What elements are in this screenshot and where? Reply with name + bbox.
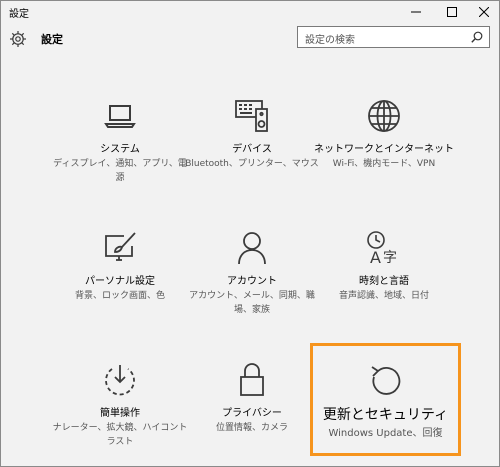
tile-ease-of-access[interactable]: 簡単操作 ナレーター、拡大鏡、ハイコントラスト [45,362,195,449]
tile-name: システム [100,144,140,155]
tile-name: デバイス [232,144,272,155]
page-title: 設定 [41,33,63,46]
tile-name: 時刻と言語 [359,276,409,287]
lock-icon [240,363,264,396]
tile-network[interactable]: ネットワークとインターネット Wi-Fi、機内モード、VPN [309,98,459,171]
tile-name: 簡単操作 [100,408,140,419]
time-language-icon: A 字 [367,231,397,266]
tile-desc: アカウント、メール、同期、職場、家族 [189,291,315,315]
tile-desc: 背景、ロック画面、色 [74,291,165,301]
tile-time-language[interactable]: A 字 時刻と言語 音声認識、地域、日付 [309,230,459,303]
minimize-button[interactable] [398,1,434,23]
tile-desc: ディスプレイ、通知、アプリ、電源 [53,159,187,183]
svg-text:A: A [370,248,381,266]
tile-system[interactable]: システム ディスプレイ、通知、アプリ、電源 [45,98,195,185]
tile-name: ネットワークとインターネット [314,144,454,155]
devices-icon [235,100,268,132]
search-icon [471,31,483,43]
person-icon [238,232,266,265]
tile-desc: Wi-Fi、機内モード、VPN [332,159,436,169]
window-title: 設定 [9,9,29,20]
globe-icon [368,100,400,132]
search-input[interactable]: 設定の検索 [297,26,490,48]
tile-accounts[interactable]: アカウント アカウント、メール、同期、職場、家族 [177,230,327,317]
maximize-button[interactable] [434,1,470,23]
tile-name: 更新とセキュリティ [322,407,449,423]
tile-personalization[interactable]: パーソナル設定 背景、ロック画面、色 [45,230,195,303]
gear-icon [10,31,26,47]
tile-desc: 位置情報、カメラ [215,423,288,433]
tile-devices[interactable]: デバイス Bluetooth、プリンター、マウス [177,98,327,171]
ease-of-access-icon [105,365,135,396]
tile-desc: Windows Update、回復 [328,428,443,439]
settings-window: 設定 設定 設定の検索 システム ディスプレイ、通知、アプリ、電源 デバイス B… [0,0,500,467]
tile-name: プライバシー [222,408,282,419]
tile-desc: Bluetooth、プリンター、マウス [185,159,319,169]
tile-name: パーソナル設定 [85,276,155,287]
personalization-icon [105,232,136,261]
search-placeholder: 設定の検索 [305,35,355,46]
tile-privacy[interactable]: プライバシー 位置情報、カメラ [177,362,327,435]
refresh-icon [371,366,400,395]
tile-name: アカウント [227,276,277,287]
laptop-icon [104,105,136,128]
maximize-icon [447,7,457,17]
tile-desc: ナレーター、拡大鏡、ハイコントラスト [52,423,188,447]
tile-update-security[interactable]: 更新とセキュリティ Windows Update、回復 [310,343,461,456]
tile-desc: 音声認識、地域、日付 [338,291,429,301]
close-icon [479,7,489,17]
minimize-icon [411,11,421,13]
svg-text:字: 字 [383,250,397,266]
close-button[interactable] [466,1,500,23]
title-bar[interactable]: 設定 [1,1,499,23]
